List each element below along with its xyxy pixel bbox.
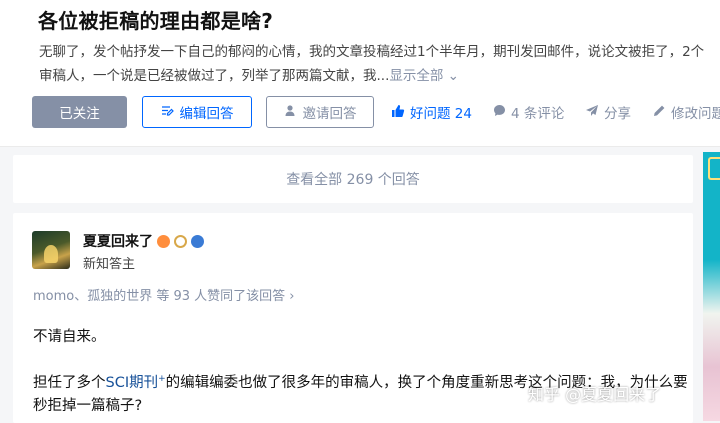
level-badge-icon[interactable] [174,234,187,248]
good-question-button[interactable]: 好问题 24 [391,96,472,128]
show-all-link[interactable]: 显示全部 ⌄ [389,68,459,84]
verified-badge-icon[interactable] [191,234,204,248]
edit-question-button[interactable]: 修改问题 [653,96,720,128]
creator-badge-icon[interactable] [157,234,170,248]
author-description: 新知答主 [83,257,136,272]
para2-prefix: 担任了多个 [33,374,106,391]
comments-button[interactable]: 4 条评论 [493,96,564,128]
good-question-label: 好问题 24 [410,106,472,122]
author-info: 夏夏回来了 [83,231,204,251]
comment-bubble-icon [493,104,506,120]
person-add-icon [284,104,297,120]
followed-label: 已关注 [59,106,100,122]
edit-question-label: 修改问题 [671,106,720,122]
avatar[interactable] [32,231,70,269]
answer-paragraph: 不请自来。 [33,329,106,345]
invite-button[interactable]: 邀请回答 [266,96,374,128]
view-all-answers-label: 查看全部 269 个回答 [286,172,420,188]
watermark: 知乎 @夏夏回来了 [528,385,662,404]
voters-link[interactable]: momo、孤独的世界 等 93 人赞同了该回答 › [33,285,295,304]
sci-journal-link[interactable]: SCI期刊 [106,375,159,391]
show-all-label: 显示全部 [389,68,444,84]
link-plus-icon: + [158,374,166,384]
question-header: 各位被拒稿的理由都是啥? 无聊了，发个帖抒发一下自己的郁闷的心情，我的文章投稿经… [0,0,720,147]
followed-button[interactable]: 已关注 [32,96,127,128]
excerpt-text: 无聊了，发个帖抒发一下自己的郁闷的心情，我的文章投稿经过1个半年月，期刊发回邮件… [39,44,705,84]
pen-icon [161,104,174,120]
comments-label: 4 条评论 [511,106,565,122]
chevron-down-icon: ⌄ [447,68,459,84]
share-label: 分享 [604,106,631,122]
thumb-up-icon [391,104,405,121]
pencil-icon [653,104,666,120]
write-answer-label: 编辑回答 [179,106,234,122]
author-name[interactable]: 夏夏回来了 [83,231,153,251]
view-all-answers-button[interactable]: 查看全部 269 个回答 [13,155,693,203]
invite-label: 邀请回答 [302,106,357,122]
side-advertisement[interactable] [703,152,720,421]
share-button[interactable]: 分享 [585,96,631,128]
question-title[interactable]: 各位被拒稿的理由都是啥? [38,5,273,34]
write-answer-button[interactable]: 编辑回答 [142,96,252,128]
question-excerpt[interactable]: 无聊了，发个帖抒发一下自己的郁闷的心情，我的文章投稿经过1个半年月，期刊发回邮件… [39,40,709,88]
paper-plane-icon [585,104,599,120]
